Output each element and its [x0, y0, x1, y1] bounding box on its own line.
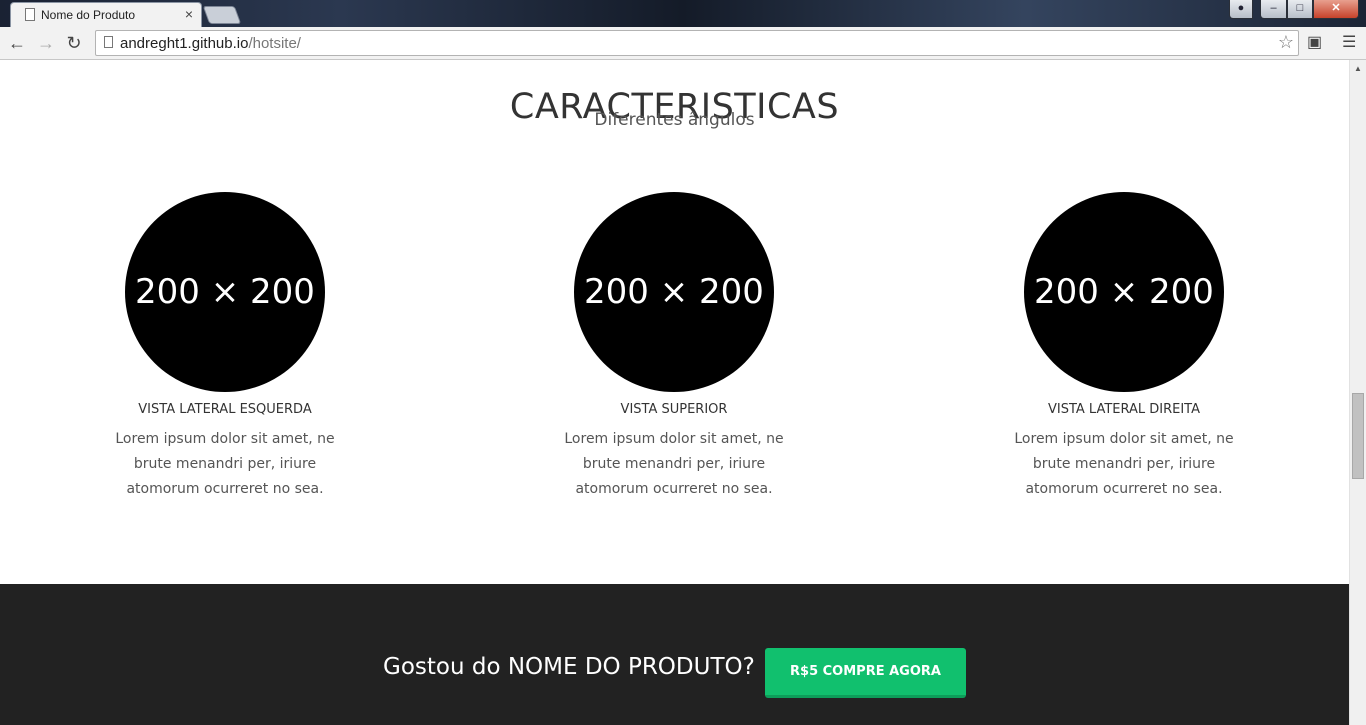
vertical-scrollbar[interactable]: ▲ [1349, 60, 1366, 725]
feature-card: 200 × 200 VISTA LATERAL ESQUERDA Lorem i… [95, 192, 355, 502]
feature-title: VISTA LATERAL ESQUERDA [138, 402, 312, 417]
url-text[interactable]: andreght1.github.io/hotsite/ [120, 35, 301, 52]
feature-image: 200 × 200 [574, 192, 774, 392]
feature-card: 200 × 200 VISTA SUPERIOR Lorem ipsum dol… [544, 192, 804, 502]
buy-now-button[interactable]: R$5 COMPRE AGORA [765, 648, 966, 698]
feature-image: 200 × 200 [1024, 192, 1224, 392]
section-subheading: Diferentes ângulos [594, 110, 755, 130]
feature-text: Lorem ipsum dolor sit amet, ne brute men… [564, 431, 784, 497]
forward-icon[interactable]: → [35, 32, 57, 54]
new-tab-button[interactable] [202, 6, 242, 24]
tab-close-icon[interactable]: × [185, 6, 193, 22]
scroll-up-arrow-icon[interactable]: ▲ [1354, 64, 1362, 73]
image-placeholder-text: 200 × 200 [135, 272, 315, 312]
browser-tab[interactable]: Nome do Produto × [10, 2, 202, 27]
image-placeholder-text: 200 × 200 [584, 272, 764, 312]
window-title-bar: Nome do Produto × ● – □ ✕ [0, 0, 1366, 27]
feature-text: Lorem ipsum dolor sit amet, ne brute men… [1014, 431, 1234, 497]
menu-icon[interactable]: ☰ [1342, 32, 1356, 52]
url-path: /hotsite/ [248, 35, 301, 52]
close-window-button[interactable]: ✕ [1313, 0, 1359, 19]
image-placeholder-text: 200 × 200 [1034, 272, 1214, 312]
tab-title: Nome do Produto [41, 8, 136, 22]
feature-image: 200 × 200 [125, 192, 325, 392]
page-icon [25, 8, 35, 21]
cta-text: Gostou do NOME DO PRODUTO? [383, 654, 755, 680]
maximize-button[interactable]: □ [1287, 0, 1313, 19]
user-icon[interactable]: ● [1229, 0, 1253, 19]
feature-title: VISTA LATERAL DIREITA [1047, 402, 1201, 417]
reload-icon[interactable]: ↻ [63, 32, 85, 54]
web-page: CARACTERISTICAS Diferentes ângulos 200 ×… [0, 60, 1349, 725]
bookmark-star-icon[interactable]: ☆ [1278, 32, 1294, 53]
feature-card: 200 × 200 VISTA LATERAL DIREITA Lorem ip… [994, 192, 1254, 502]
minimize-button[interactable]: – [1260, 0, 1287, 19]
back-icon[interactable]: ← [6, 32, 28, 54]
address-bar[interactable]: andreght1.github.io/hotsite/ ☆ [95, 30, 1299, 56]
cta-section: Gostou do NOME DO PRODUTO? R$5 COMPRE AG… [0, 584, 1349, 725]
feature-text: Lorem ipsum dolor sit amet, ne brute men… [115, 431, 335, 497]
feature-title: VISTA SUPERIOR [620, 402, 728, 417]
cast-icon[interactable]: ▣ [1307, 32, 1322, 52]
page-icon [104, 36, 113, 48]
browser-toolbar: ← → ↻ andreght1.github.io/hotsite/ ☆ ▣ ☰ [0, 27, 1366, 60]
url-domain: andreght1.github.io [120, 35, 249, 52]
scrollbar-thumb[interactable] [1352, 393, 1364, 479]
